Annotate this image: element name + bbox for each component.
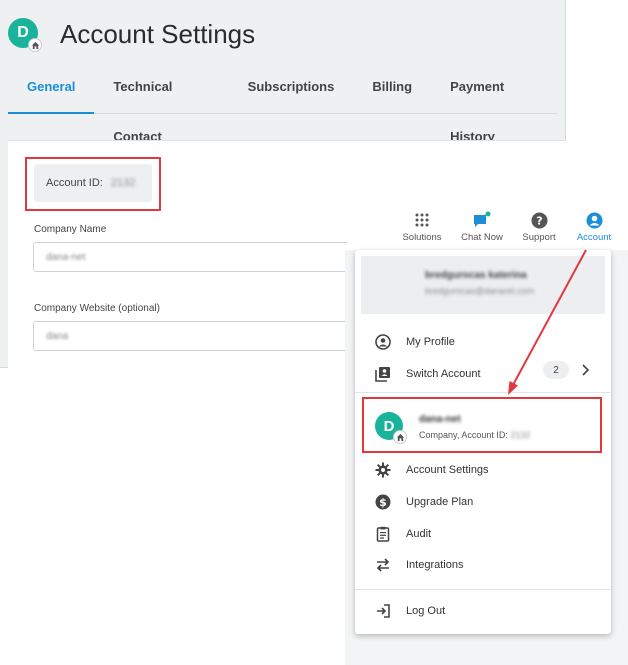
gear-icon (374, 461, 392, 479)
menu-item-log-out[interactable]: Log Out (355, 599, 611, 623)
switch-account-icon (374, 365, 392, 383)
avatar-letter: D (17, 24, 29, 41)
menu-item-my-profile[interactable]: My Profile (355, 330, 611, 354)
user-email: bredgurocas@danaret.com (425, 286, 535, 296)
account-label: Account (576, 232, 612, 243)
tab-subscriptions[interactable]: Subscriptions (229, 62, 354, 114)
menu-item-label: Audit (406, 528, 432, 540)
page-title: Account Settings (60, 19, 256, 49)
company-website-value: dana (46, 330, 69, 342)
account-button[interactable]: Account (566, 210, 622, 243)
menu-item-switch-account[interactable]: Switch Account 2 (355, 361, 611, 386)
menu-item-label: Switch Account (406, 368, 481, 380)
menu-item-label: Upgrade Plan (406, 496, 474, 508)
menu-item-audit[interactable]: Audit (355, 522, 611, 546)
company-name-label: Company Name (34, 224, 107, 235)
grid-icon (394, 210, 450, 230)
tab-payment-history[interactable]: Payment History (431, 62, 558, 144)
company-website-label: Company Website (optional) (34, 303, 160, 314)
tab-general[interactable]: General (8, 62, 95, 114)
tab-billing[interactable]: Billing (353, 62, 431, 114)
settings-tabs: General Technical Contact Subscriptions … (8, 62, 558, 144)
chat-now-label: Chat Now (461, 232, 503, 243)
user-name: bredgurocas katerina (425, 270, 527, 281)
clipboard-icon (374, 525, 392, 543)
chat-now-button[interactable]: Chat Now (454, 210, 510, 243)
top-navigation: Solutions Chat Now ? Support Account (347, 204, 628, 250)
company-name-value: dana-net (46, 251, 86, 263)
menu-divider (355, 589, 611, 590)
support-button[interactable]: ? Support (511, 210, 567, 243)
swap-arrows-icon (374, 556, 392, 574)
menu-item-label: Account Settings (406, 464, 489, 476)
solutions-button[interactable]: Solutions (394, 210, 450, 243)
svg-text:$: $ (379, 496, 387, 509)
switch-count-badge: 2 (543, 361, 569, 379)
company-name-input[interactable]: dana-net (33, 242, 363, 272)
menu-item-label: Integrations (406, 559, 464, 571)
menu-item-label: Log Out (406, 605, 446, 617)
solutions-label: Solutions (402, 232, 442, 243)
user-card: bredgurocas katerina bredgurocas@danaret… (361, 256, 605, 314)
menu-item-integrations[interactable]: Integrations (355, 553, 611, 577)
current-account-highlight (362, 397, 602, 453)
svg-text:?: ? (536, 214, 542, 227)
account-avatar: D (8, 18, 42, 52)
logout-icon (374, 602, 392, 620)
menu-divider (355, 392, 611, 393)
tab-technical-contact[interactable]: Technical Contact (94, 62, 228, 144)
chat-icon (454, 210, 510, 230)
user-circle-icon (374, 333, 392, 351)
dollar-icon: $ (374, 493, 392, 511)
menu-item-upgrade-plan[interactable]: $ Upgrade Plan (355, 490, 611, 514)
menu-item-account-settings[interactable]: Account Settings (355, 458, 611, 482)
home-icon (28, 38, 42, 52)
chevron-right-icon (581, 364, 590, 379)
help-icon: ? (511, 210, 567, 230)
support-label: Support (522, 232, 556, 243)
account-id-highlight (25, 157, 161, 211)
account-icon (566, 210, 622, 230)
company-website-input[interactable]: dana (33, 321, 363, 351)
menu-item-label: My Profile (406, 336, 455, 348)
